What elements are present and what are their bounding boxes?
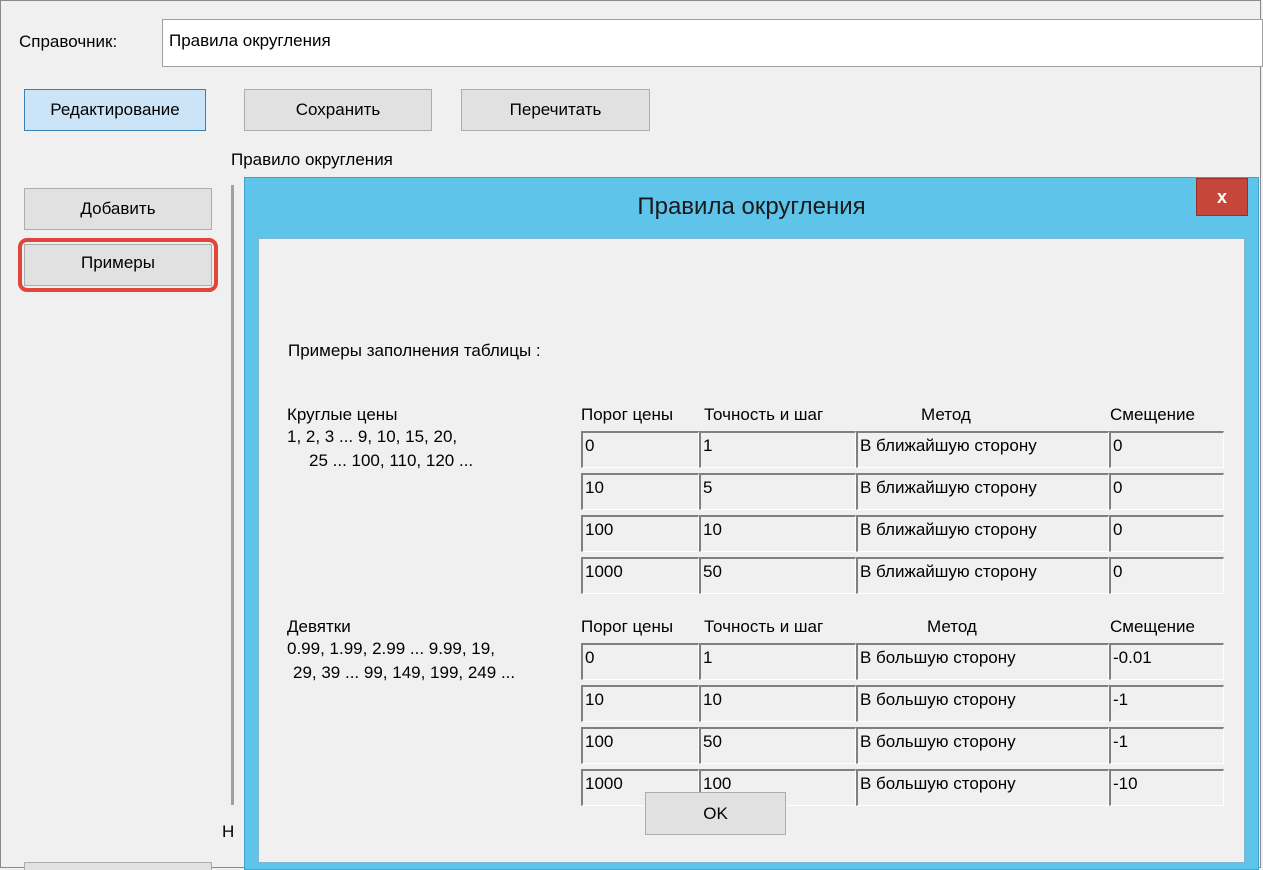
group-desc: 1, 2, 3 ... 9, 10, 15, 20, (287, 427, 458, 446)
bottom-button-partial[interactable] (24, 862, 212, 870)
cell-threshold: 1000 (581, 557, 699, 594)
reload-button[interactable]: Перечитать (461, 89, 650, 131)
cell-method: В большую сторону (856, 727, 1109, 764)
cell-offset: 0 (1109, 557, 1224, 594)
examples-highlight (18, 238, 218, 292)
cell-precision: 50 (699, 557, 856, 594)
cell-threshold: 10 (581, 685, 699, 722)
cell-offset: -1 (1109, 685, 1224, 722)
cell-precision: 1 (699, 643, 856, 680)
header-offset: Смещение (1110, 617, 1196, 636)
intro-text: Примеры заполнения таблицы : (288, 341, 541, 360)
cell-method: В ближайшую сторону (856, 473, 1109, 510)
cell-method: В большую сторону (856, 685, 1109, 722)
rounding-rules-dialog: Правила округления x Примеры заполнения … (244, 177, 1259, 870)
cell-precision: 50 (699, 727, 856, 764)
group-desc: 0.99, 1.99, 2.99 ... 9.99, 19, (287, 639, 495, 658)
cell-offset: 0 (1109, 473, 1224, 510)
partial-label: Н (222, 822, 235, 841)
header-threshold: Порог цены (581, 617, 674, 636)
cell-precision: 1 (699, 431, 856, 468)
close-icon: x (1216, 186, 1227, 207)
header-method: Метод (921, 405, 971, 424)
save-button[interactable]: Сохранить (244, 89, 432, 131)
ok-button[interactable]: OK (645, 792, 786, 835)
group-desc: 25 ... 100, 110, 120 ... (309, 451, 474, 470)
header-threshold: Порог цены (581, 405, 674, 424)
cell-offset: 0 (1109, 515, 1224, 552)
cell-offset: 0 (1109, 431, 1224, 468)
cell-threshold: 100 (581, 515, 699, 552)
cell-method: В ближайшую сторону (856, 515, 1109, 552)
group-name: Круглые цены (287, 405, 398, 424)
header-precision: Точность и шаг (704, 405, 824, 424)
rule-label: Правило округления (231, 150, 393, 169)
cell-precision: 10 (699, 515, 856, 552)
add-button[interactable]: Добавить (24, 188, 212, 230)
cell-precision: 10 (699, 685, 856, 722)
cell-threshold: 0 (581, 643, 699, 680)
header-offset: Смещение (1110, 405, 1196, 424)
rules-grid-edge (231, 185, 234, 805)
cell-method: В ближайшую сторону (856, 431, 1109, 468)
cell-precision: 5 (699, 473, 856, 510)
directory-label: Справочник: (19, 32, 118, 51)
cell-offset: -0.01 (1109, 643, 1224, 680)
cell-method: В большую сторону (856, 769, 1109, 806)
cell-method: В большую сторону (856, 643, 1109, 680)
cell-threshold: 0 (581, 431, 699, 468)
cell-offset: -10 (1109, 769, 1224, 806)
dialog-body: Примеры заполнения таблицы : Круглые цен… (258, 238, 1245, 863)
group-name: Девятки (287, 617, 351, 636)
edit-button[interactable]: Редактирование (24, 89, 206, 131)
cell-method: В ближайшую сторону (856, 557, 1109, 594)
close-button[interactable]: x (1196, 178, 1248, 216)
dialog-title: Правила округления (637, 193, 866, 220)
group-desc: 29, 39 ... 99, 149, 199, 249 ... (293, 663, 516, 682)
header-method: Метод (927, 617, 977, 636)
cell-threshold: 100 (581, 727, 699, 764)
cell-offset: -1 (1109, 727, 1224, 764)
cell-threshold: 10 (581, 473, 699, 510)
header-precision: Точность и шаг (704, 617, 824, 636)
directory-field[interactable]: Правила округления (162, 19, 1263, 67)
